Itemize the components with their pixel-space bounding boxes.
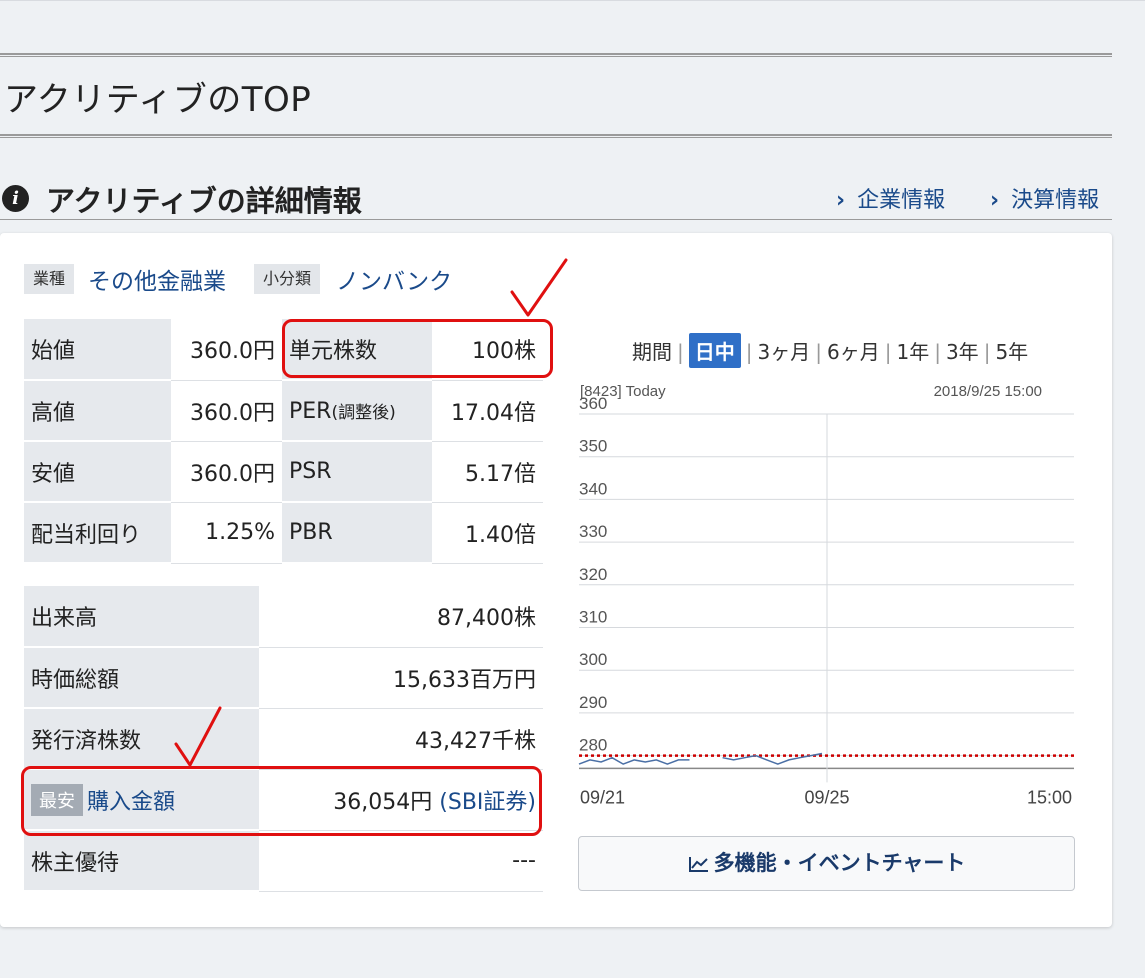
x-tick-label: 09/25 xyxy=(804,787,849,807)
checkmark-annotation xyxy=(174,706,222,767)
checkmark-annotation xyxy=(510,258,568,317)
y-tick-label: 340 xyxy=(579,479,607,498)
intraday-chart[interactable]: [8423] Today 2018/9/25 15:003603503403303… xyxy=(578,372,1078,822)
x-tick-label: 15:00 xyxy=(1027,787,1072,807)
y-tick-label: 310 xyxy=(579,608,607,627)
chart-datetime-label: 2018/9/25 15:00 xyxy=(934,383,1042,400)
event-chart-button[interactable]: 多機能・イベントチャート xyxy=(578,836,1075,891)
x-tick-label: 09/21 xyxy=(580,787,625,807)
period-option-5y[interactable]: 5年 xyxy=(995,336,1028,365)
period-selector: 期間 | 日中 | 3ヶ月 | 6ヶ月 | 1年 | 3年 | 5年 xyxy=(632,333,1028,368)
y-tick-label: 300 xyxy=(579,650,607,669)
y-tick-label: 320 xyxy=(579,565,607,584)
y-tick-label: 350 xyxy=(579,437,607,456)
period-option-3m[interactable]: 3ヶ月 xyxy=(758,336,811,365)
period-option-1y[interactable]: 1年 xyxy=(896,336,929,365)
period-option-3y[interactable]: 3年 xyxy=(946,336,979,365)
period-option-6m[interactable]: 6ヶ月 xyxy=(827,336,880,365)
period-label: 期間 xyxy=(632,340,672,364)
y-tick-label: 360 xyxy=(579,394,607,413)
line-chart-icon xyxy=(688,857,708,872)
y-tick-label: 280 xyxy=(579,736,607,755)
y-tick-label: 330 xyxy=(579,522,607,541)
period-option-intraday[interactable]: 日中 xyxy=(688,333,741,368)
y-tick-label: 290 xyxy=(579,693,607,712)
